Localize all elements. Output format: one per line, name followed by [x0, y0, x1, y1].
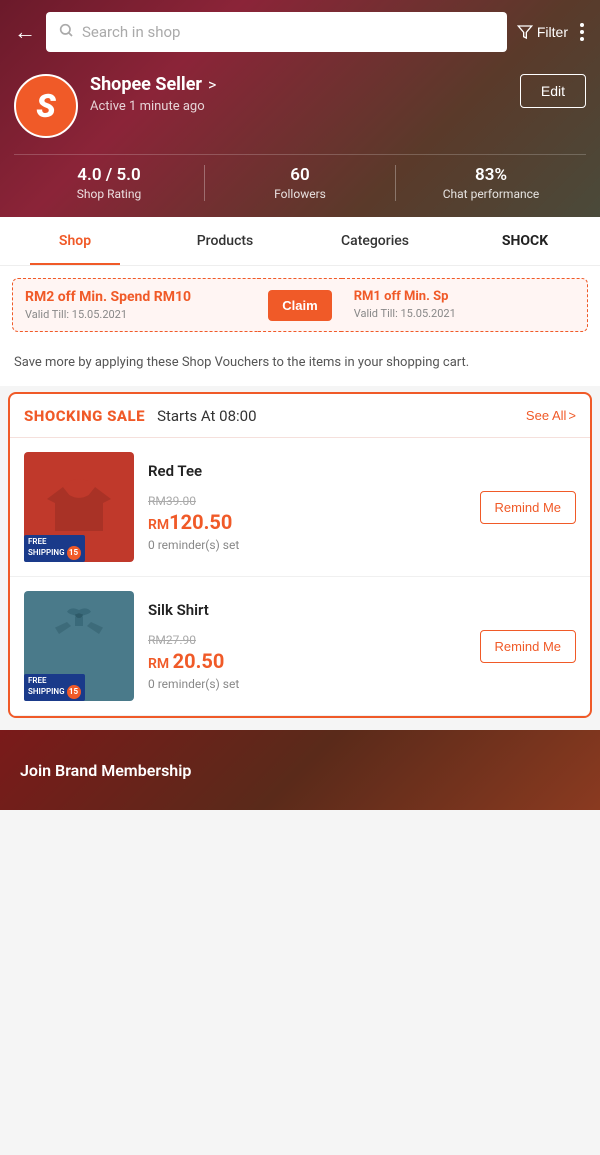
tab-categories[interactable]: Categories — [300, 217, 450, 265]
shop-stats: 4.0 / 5.0 Shop Rating 60 Followers 83% C… — [14, 154, 586, 217]
search-box[interactable]: Search in shop — [46, 12, 507, 52]
shop-profile: S Shopee Seller > Active 1 minute ago Ed… — [14, 66, 586, 154]
vouchers-section: RM2 off Min. Spend RM10 Valid Till: 15.0… — [0, 266, 600, 386]
filter-button[interactable]: Filter — [517, 24, 568, 40]
shop-name: Shopee Seller — [90, 74, 202, 95]
more-dot — [580, 23, 584, 27]
sale-price-red-tee: RM120.50 — [148, 510, 466, 534]
voucher-1-title: RM2 off Min. Spend RM10 — [25, 289, 246, 305]
tab-bar: Shop Products Categories SHOCK — [0, 217, 600, 266]
shocking-sale-label: SHOCKING SALE — [24, 407, 145, 425]
stat-rating: 4.0 / 5.0 Shop Rating — [14, 165, 204, 201]
original-price-red-tee: RM39.00 — [148, 494, 466, 508]
product-details-silk-shirt: Silk Shirt RM27.90 RM 20.50 0 reminder(s… — [148, 601, 466, 691]
voucher-card-1: RM2 off Min. Spend RM10 Valid Till: 15.0… — [12, 278, 258, 332]
chat-value: 83% — [396, 165, 586, 185]
see-all-button[interactable]: See All > — [526, 408, 576, 423]
more-button[interactable] — [578, 21, 586, 43]
product-name-silk-shirt: Silk Shirt — [148, 601, 466, 619]
filter-row: Filter — [517, 21, 586, 43]
free-shipping-badge-2: FREESHIPPING 15 — [24, 674, 85, 702]
search-placeholder: Search in shop — [82, 23, 180, 41]
shocking-sale-title-area: SHOCKING SALE Starts At 08:00 — [24, 406, 257, 425]
reminders-silk-shirt: 0 reminder(s) set — [148, 677, 466, 691]
tab-products[interactable]: Products — [150, 217, 300, 265]
voucher-hint: Save more by applying these Shop Voucher… — [0, 344, 600, 386]
remind-me-button-1[interactable]: Remind Me — [480, 491, 576, 524]
edit-button[interactable]: Edit — [520, 74, 586, 108]
chevron-right-icon: > — [568, 408, 576, 423]
product-details-red-tee: Red Tee RM39.00 RM120.50 0 reminder(s) s… — [148, 462, 466, 552]
search-bar-row: ← Search in shop Filter — [14, 12, 586, 52]
more-dot — [580, 37, 584, 41]
search-icon — [58, 22, 74, 42]
header: ← Search in shop Filter — [0, 0, 600, 217]
chat-label: Chat performance — [396, 187, 586, 201]
stat-chat: 83% Chat performance — [396, 165, 586, 201]
badge-number-2: 15 — [67, 685, 81, 699]
more-dot — [580, 30, 584, 34]
tab-shop[interactable]: Shop — [0, 217, 150, 265]
shocking-sale-time: Starts At 08:00 — [157, 407, 256, 425]
shop-logo: S — [14, 74, 78, 138]
sale-price-silk-shirt: RM 20.50 — [148, 649, 466, 673]
voucher-card-2: RM1 off Min. Sp Valid Till: 15.05.2021 — [342, 278, 588, 332]
product-image-red-tee: FREESHIPPING 15 — [24, 452, 134, 562]
original-price-silk-shirt: RM27.90 — [148, 633, 466, 647]
tab-shock[interactable]: SHOCK — [450, 217, 600, 265]
voucher-1-validity: Valid Till: 15.05.2021 — [25, 308, 246, 321]
badge-number-1: 15 — [67, 546, 81, 560]
voucher-2-validity: Valid Till: 15.05.2021 — [354, 307, 575, 320]
brand-membership-section[interactable]: Join Brand Membership — [0, 730, 600, 810]
voucher-2-title: RM1 off Min. Sp — [354, 289, 575, 304]
rating-value: 4.0 / 5.0 — [14, 165, 204, 185]
claim-button[interactable]: Claim — [268, 290, 331, 321]
product-name-red-tee: Red Tee — [148, 462, 466, 480]
voucher-row: RM2 off Min. Spend RM10 Valid Till: 15.0… — [0, 266, 600, 344]
product-image-silk-shirt: FREESHIPPING 15 — [24, 591, 134, 701]
shop-info: Shopee Seller > Active 1 minute ago — [90, 74, 508, 114]
shop-logo-letter: S — [36, 87, 55, 125]
back-button[interactable]: ← — [14, 19, 36, 45]
remind-me-button-2[interactable]: Remind Me — [480, 630, 576, 663]
shocking-sale-header: SHOCKING SALE Starts At 08:00 See All > — [10, 394, 590, 438]
voucher-claim-area: Claim — [258, 278, 341, 332]
rating-label: Shop Rating — [14, 187, 204, 201]
reminders-red-tee: 0 reminder(s) set — [148, 538, 466, 552]
product-item-red-tee: FREESHIPPING 15 Red Tee RM39.00 RM120.50… — [10, 438, 590, 577]
product-item-silk-shirt: FREESHIPPING 15 Silk Shirt RM27.90 RM 20… — [10, 577, 590, 716]
brand-membership-text: Join Brand Membership — [20, 761, 191, 780]
shop-name-row: Shopee Seller > — [90, 74, 508, 95]
shop-name-arrow[interactable]: > — [208, 75, 216, 94]
stat-followers: 60 Followers — [205, 165, 395, 201]
free-shipping-badge-1: FREESHIPPING 15 — [24, 535, 85, 563]
shocking-sale-section: SHOCKING SALE Starts At 08:00 See All > … — [8, 392, 592, 718]
followers-value: 60 — [205, 165, 395, 185]
shop-active-status: Active 1 minute ago — [90, 99, 508, 114]
followers-label: Followers — [205, 187, 395, 201]
